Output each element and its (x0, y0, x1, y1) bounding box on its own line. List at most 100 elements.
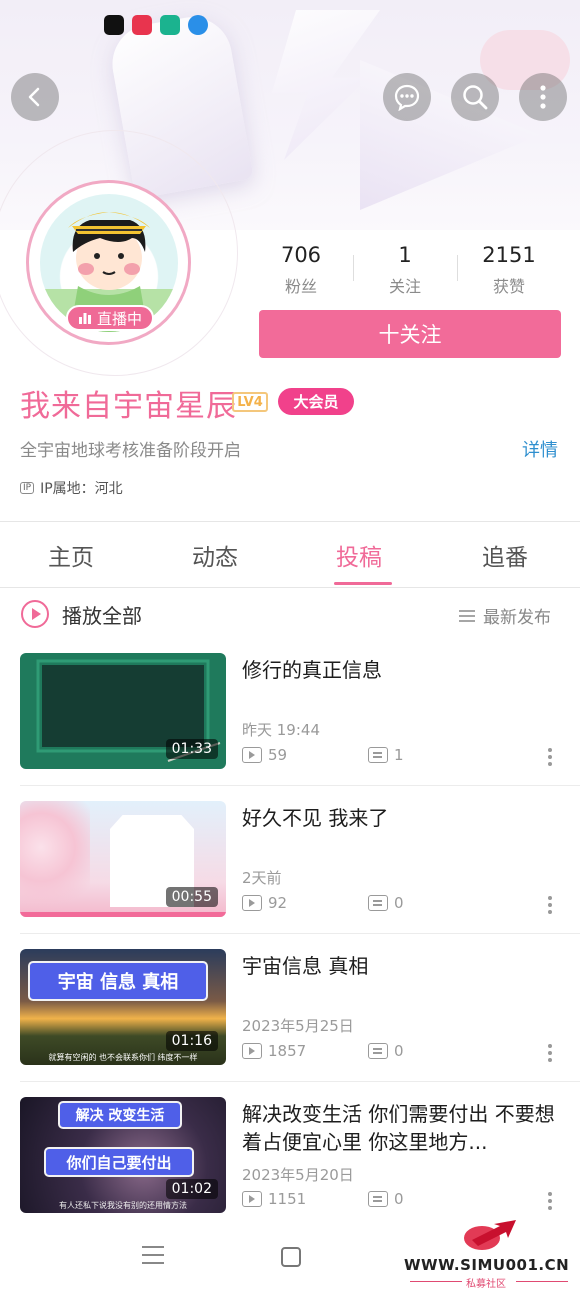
home-icon[interactable] (281, 1247, 301, 1267)
thumbnail-title: 解决 改变生活 (58, 1101, 182, 1129)
video-item[interactable]: 宇宙 信息 真相 就算有空闲的 也不会联系你们 纬度不一样 01:16 宇宙信息… (0, 949, 580, 1097)
video-item[interactable]: 01:33 修行的真正信息 昨天 19:44 59 1 (0, 653, 580, 801)
stat-value: 1 (398, 243, 412, 267)
tab-home[interactable]: 主页 (48, 538, 94, 572)
more-vertical-icon (548, 1192, 552, 1196)
video-meta: 92 0 (242, 894, 404, 912)
video-meta: 1151 0 (242, 1190, 404, 1208)
divider (20, 1081, 580, 1082)
more-vertical-icon (548, 1044, 552, 1048)
follow-button[interactable]: 十关注 (259, 310, 561, 358)
message-icon (394, 84, 420, 111)
more-vertical-icon (548, 748, 552, 752)
live-bars-icon (78, 313, 91, 324)
live-badge-label: 直播中 (96, 309, 142, 328)
play-count-icon (242, 895, 262, 911)
tab-bangumi[interactable]: 追番 (482, 538, 528, 572)
video-duration: 01:16 (165, 1031, 218, 1051)
message-button[interactable] (383, 73, 431, 121)
comment-count: 1 (394, 746, 404, 764)
profile-bio: 全宇宙地球考核准备阶段开启 (20, 441, 241, 461)
watermark-text: WWW.SIMU001.CN (404, 1256, 570, 1274)
comment-icon (368, 747, 388, 763)
video-duration: 01:33 (165, 739, 218, 759)
stat-value: 706 (280, 243, 322, 267)
video-title[interactable]: 好久不见 我来了 (242, 804, 564, 832)
video-title[interactable]: 解决改变生活 你们需要付出 不要想着占便宜心里 你这里地方... (242, 1100, 564, 1156)
thumbnail-title: 宇宙 信息 真相 (28, 961, 208, 1001)
back-button[interactable] (11, 73, 59, 121)
video-title[interactable]: 宇宙信息 真相 (242, 952, 564, 980)
status-bar-app-icons (104, 15, 208, 35)
music-icon (132, 15, 152, 35)
play-count: 1151 (268, 1190, 307, 1208)
search-icon (463, 85, 488, 110)
tab-indicator (334, 582, 392, 585)
live-badge[interactable]: 直播中 (66, 305, 154, 331)
video-date: 昨天 19:44 (242, 721, 320, 739)
video-duration: 00:55 (165, 887, 218, 907)
more-button[interactable] (519, 73, 567, 121)
detail-link[interactable]: 详情 (522, 436, 558, 462)
list-icon (459, 609, 475, 622)
comment-icon (368, 895, 388, 911)
video-meta: 1857 0 (242, 1042, 404, 1060)
more-vertical-icon (540, 85, 546, 109)
profile-name: 我来自宇宙星辰 (20, 389, 237, 424)
stat-followers[interactable]: 706 粉丝 (251, 243, 351, 297)
video-more-button[interactable] (548, 896, 552, 914)
thumbnail-subtitle: 你们自己要付出 (44, 1147, 194, 1177)
play-circle-icon (21, 600, 49, 628)
video-more-button[interactable] (548, 1044, 552, 1062)
progress-bar (20, 912, 226, 917)
divider (0, 587, 580, 588)
video-more-button[interactable] (548, 1192, 552, 1210)
app-l-icon (160, 15, 180, 35)
tiktok-icon (104, 15, 124, 35)
thumbnail-caption: 有人还私下说我没有别的还用情方法 (59, 1201, 187, 1210)
stat-following[interactable]: 1 关注 (355, 243, 455, 297)
video-title[interactable]: 修行的真正信息 (242, 656, 564, 684)
play-count-icon (242, 1043, 262, 1059)
video-thumbnail[interactable]: 宇宙 信息 真相 就算有空闲的 也不会联系你们 纬度不一样 01:16 (20, 949, 226, 1065)
divider (516, 1281, 568, 1282)
video-thumbnail[interactable]: 解决 改变生活 你们自己要付出 有人还私下说我没有别的还用情方法 01:02 (20, 1097, 226, 1213)
comment-count: 0 (394, 1042, 404, 1060)
cherry-blossom (20, 801, 90, 917)
more-vertical-icon (548, 896, 552, 900)
search-button[interactable] (451, 73, 499, 121)
app-feather-icon (188, 15, 208, 35)
chevron-left-icon (28, 87, 40, 107)
ip-icon: IP (20, 482, 35, 494)
video-thumbnail[interactable]: 00:55 (20, 801, 226, 917)
video-item[interactable]: 00:55 好久不见 我来了 2天前 92 0 (0, 801, 580, 949)
tab-dynamics[interactable]: 动态 (192, 538, 238, 572)
stat-label: 粉丝 (284, 277, 317, 296)
comment-icon (368, 1043, 388, 1059)
comment-count: 0 (394, 1190, 404, 1208)
play-count: 1857 (268, 1042, 307, 1060)
video-date: 2023年5月20日 (242, 1166, 354, 1184)
level-badge: LV4 (232, 392, 268, 412)
sort-label: 最新发布 (483, 608, 551, 628)
comment-icon (368, 1191, 388, 1207)
watermark-subtext: 私募社区 (466, 1279, 506, 1290)
video-date: 2天前 (242, 869, 282, 887)
tab-uploads[interactable]: 投稿 (336, 538, 382, 572)
stat-likes[interactable]: 2151 获赞 (459, 243, 559, 297)
divider (353, 255, 354, 281)
video-more-button[interactable] (548, 748, 552, 766)
thumbnail-caption: 就算有空闲的 也不会联系你们 纬度不一样 (48, 1053, 198, 1062)
stat-value: 2151 (482, 243, 536, 267)
play-count: 92 (268, 894, 288, 912)
menu-icon[interactable] (142, 1246, 164, 1270)
video-thumbnail[interactable]: 01:33 (20, 653, 226, 769)
sort-button[interactable]: 最新发布 (458, 603, 551, 628)
play-all-button[interactable]: 播放全部 (20, 599, 142, 629)
video-date: 2023年5月25日 (242, 1017, 354, 1035)
play-count: 59 (268, 746, 288, 764)
vip-badge[interactable]: 大会员 (278, 388, 354, 415)
comment-count: 0 (394, 894, 404, 912)
play-all-label: 播放全部 (62, 603, 142, 628)
ip-location: IP IP属地：河北 (20, 478, 123, 498)
